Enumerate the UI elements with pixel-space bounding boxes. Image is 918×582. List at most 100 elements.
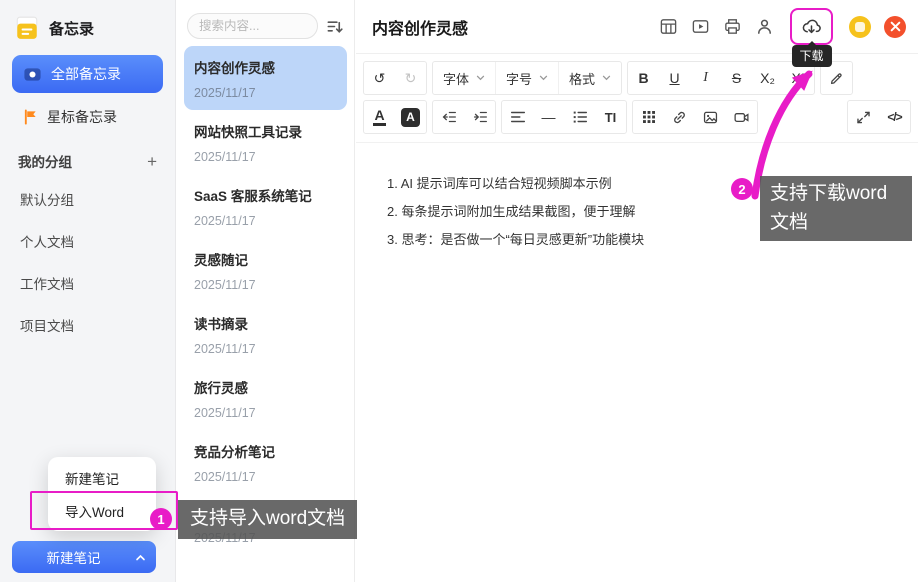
- note-date: 2025/11/17: [194, 214, 337, 228]
- sidebar-group-item[interactable]: 默认分组: [0, 178, 175, 220]
- sidebar-group-item[interactable]: 工作文档: [0, 262, 175, 304]
- video-icon: [691, 17, 710, 36]
- annotation-step2: 2 支持下载word文档: [731, 176, 912, 241]
- strikethrough-button[interactable]: S: [721, 62, 752, 94]
- download-button[interactable]: 下载: [790, 8, 833, 45]
- download-icon: [801, 17, 822, 36]
- text-size-icon: TI: [605, 110, 617, 125]
- note-date: 2025/11/17: [194, 342, 337, 356]
- note-list-item[interactable]: 读书摘录 2025/11/17: [184, 302, 347, 366]
- code-icon: </>: [887, 110, 901, 124]
- theme-button[interactable]: [849, 16, 871, 38]
- annotation-step1: 1 支持导入word文档: [150, 500, 357, 539]
- search-input[interactable]: [187, 13, 318, 39]
- close-button[interactable]: [884, 16, 906, 38]
- table-icon: [659, 17, 678, 36]
- menu-item-import-word[interactable]: 导入Word: [48, 494, 156, 527]
- note-list-item[interactable]: 旅行灵感 2025/11/17: [184, 366, 347, 430]
- fullscreen-button[interactable]: [848, 101, 879, 133]
- bold-button[interactable]: B: [628, 62, 659, 94]
- video-camera-icon: [733, 109, 750, 126]
- subscript-icon: X₂: [760, 70, 775, 86]
- bg-color-icon: A: [401, 108, 420, 127]
- close-icon: [890, 21, 901, 32]
- font-size-select[interactable]: 字号: [495, 62, 558, 94]
- note-title: 内容创作灵感: [194, 57, 337, 77]
- insert-video-button[interactable]: [726, 101, 757, 133]
- note-title: 旅行灵感: [194, 377, 337, 397]
- sidebar: 备忘录 全部备忘录 星标备忘录 我的分组 + 默认分组个人文档工作文档项目文档 …: [0, 0, 176, 582]
- note-list-item[interactable]: SaaS 客服系统笔记2025/11/17: [184, 174, 347, 238]
- video-mode-button[interactable]: [691, 17, 710, 36]
- insert-group: [632, 100, 758, 134]
- new-note-button[interactable]: 新建笔记: [12, 541, 156, 573]
- note-list-panel: 内容创作灵感 2025/11/17 网站快照工具记录2025/11/17SaaS 客…: [177, 0, 355, 582]
- text-style-group: B U I S X₂ X²: [627, 61, 815, 95]
- note-date: 2025/11/17: [194, 86, 337, 100]
- theme-icon: [855, 22, 865, 32]
- note-title-heading: 内容创作灵感: [372, 15, 468, 39]
- font-family-select[interactable]: 字体: [433, 62, 495, 94]
- user-icon: [755, 17, 774, 36]
- sidebar-group-item[interactable]: 个人文档: [0, 220, 175, 262]
- subscript-button[interactable]: X₂: [752, 62, 783, 94]
- insert-link-button[interactable]: [664, 101, 695, 133]
- sort-button[interactable]: [325, 17, 344, 36]
- text-size-button[interactable]: TI: [595, 101, 626, 133]
- font-size-label: 字号: [506, 69, 532, 88]
- indent-decrease-button[interactable]: [433, 101, 464, 133]
- note-list-item[interactable]: 灵感随记2025/11/17: [184, 238, 347, 302]
- print-button[interactable]: [723, 17, 742, 36]
- underline-button[interactable]: U: [659, 62, 690, 94]
- step1-label: 支持导入word文档: [178, 500, 357, 539]
- note-list-items: 内容创作灵感 2025/11/17 网站快照工具记录2025/11/17SaaS 客…: [177, 43, 354, 555]
- sidebar-item-starred[interactable]: 星标备忘录: [0, 93, 175, 137]
- insert-table-button[interactable]: [659, 17, 678, 36]
- memo-app: 备忘录 全部备忘录 星标备忘录 我的分组 + 默认分组个人文档工作文档项目文档 …: [0, 0, 918, 582]
- indent-decrease-icon: [440, 108, 458, 126]
- sidebar-group-item[interactable]: 项目文档: [0, 304, 175, 346]
- bold-icon: B: [638, 70, 648, 86]
- note-list-item[interactable]: 竞品分析笔记2025/11/17: [184, 430, 347, 494]
- chevron-down-icon: [602, 75, 611, 81]
- format-select[interactable]: 格式: [558, 62, 621, 94]
- group-list: 默认分组个人文档工作文档项目文档: [0, 178, 175, 346]
- sidebar-item-all-notes[interactable]: 全部备忘录: [12, 55, 163, 93]
- horizontal-rule-button[interactable]: —: [533, 101, 564, 133]
- note-list-item[interactable]: 内容创作灵感 2025/11/17: [184, 46, 347, 110]
- share-user-button[interactable]: [755, 17, 774, 36]
- note-list-item[interactable]: 网站快照工具记录2025/11/17: [184, 110, 347, 174]
- notepad-logo-icon: [14, 15, 40, 41]
- font-color-button[interactable]: A: [364, 101, 395, 133]
- indent-increase-button[interactable]: [464, 101, 495, 133]
- editor-toolbar: ↺ ↻ 字体 字号 格式: [356, 54, 918, 143]
- note-date: 2025/11/17: [194, 278, 337, 292]
- redo-button[interactable]: ↻: [395, 62, 426, 94]
- image-icon: [702, 109, 719, 126]
- app-title: 备忘录: [49, 18, 94, 39]
- bg-color-button[interactable]: A: [395, 101, 426, 133]
- groups-header: 我的分组: [18, 151, 72, 171]
- undo-button[interactable]: ↺: [364, 62, 395, 94]
- history-group: ↺ ↻: [363, 61, 427, 95]
- insert-image-button[interactable]: [695, 101, 726, 133]
- groups-header-row: 我的分组 +: [0, 137, 175, 178]
- editor-panel: 内容创作灵感: [356, 0, 918, 582]
- flag-icon: [23, 109, 38, 125]
- grid-button[interactable]: [633, 101, 664, 133]
- menu-item-new-note[interactable]: 新建笔记: [48, 461, 156, 494]
- toolbar-row-2: A A: [363, 100, 911, 134]
- download-tooltip: 下载: [791, 45, 831, 67]
- add-group-button[interactable]: +: [147, 153, 157, 170]
- code-button[interactable]: </>: [879, 101, 910, 133]
- align-button[interactable]: [502, 101, 533, 133]
- note-title: 读书摘录: [194, 313, 337, 333]
- link-icon: [671, 109, 688, 126]
- format-label: 格式: [569, 69, 595, 88]
- list-button[interactable]: [564, 101, 595, 133]
- step2-badge: 2: [731, 178, 753, 200]
- grid-icon: [641, 109, 657, 125]
- note-date: 2025/11/17: [194, 406, 337, 420]
- italic-button[interactable]: I: [690, 62, 721, 94]
- note-date: 2025/11/17: [194, 470, 337, 484]
